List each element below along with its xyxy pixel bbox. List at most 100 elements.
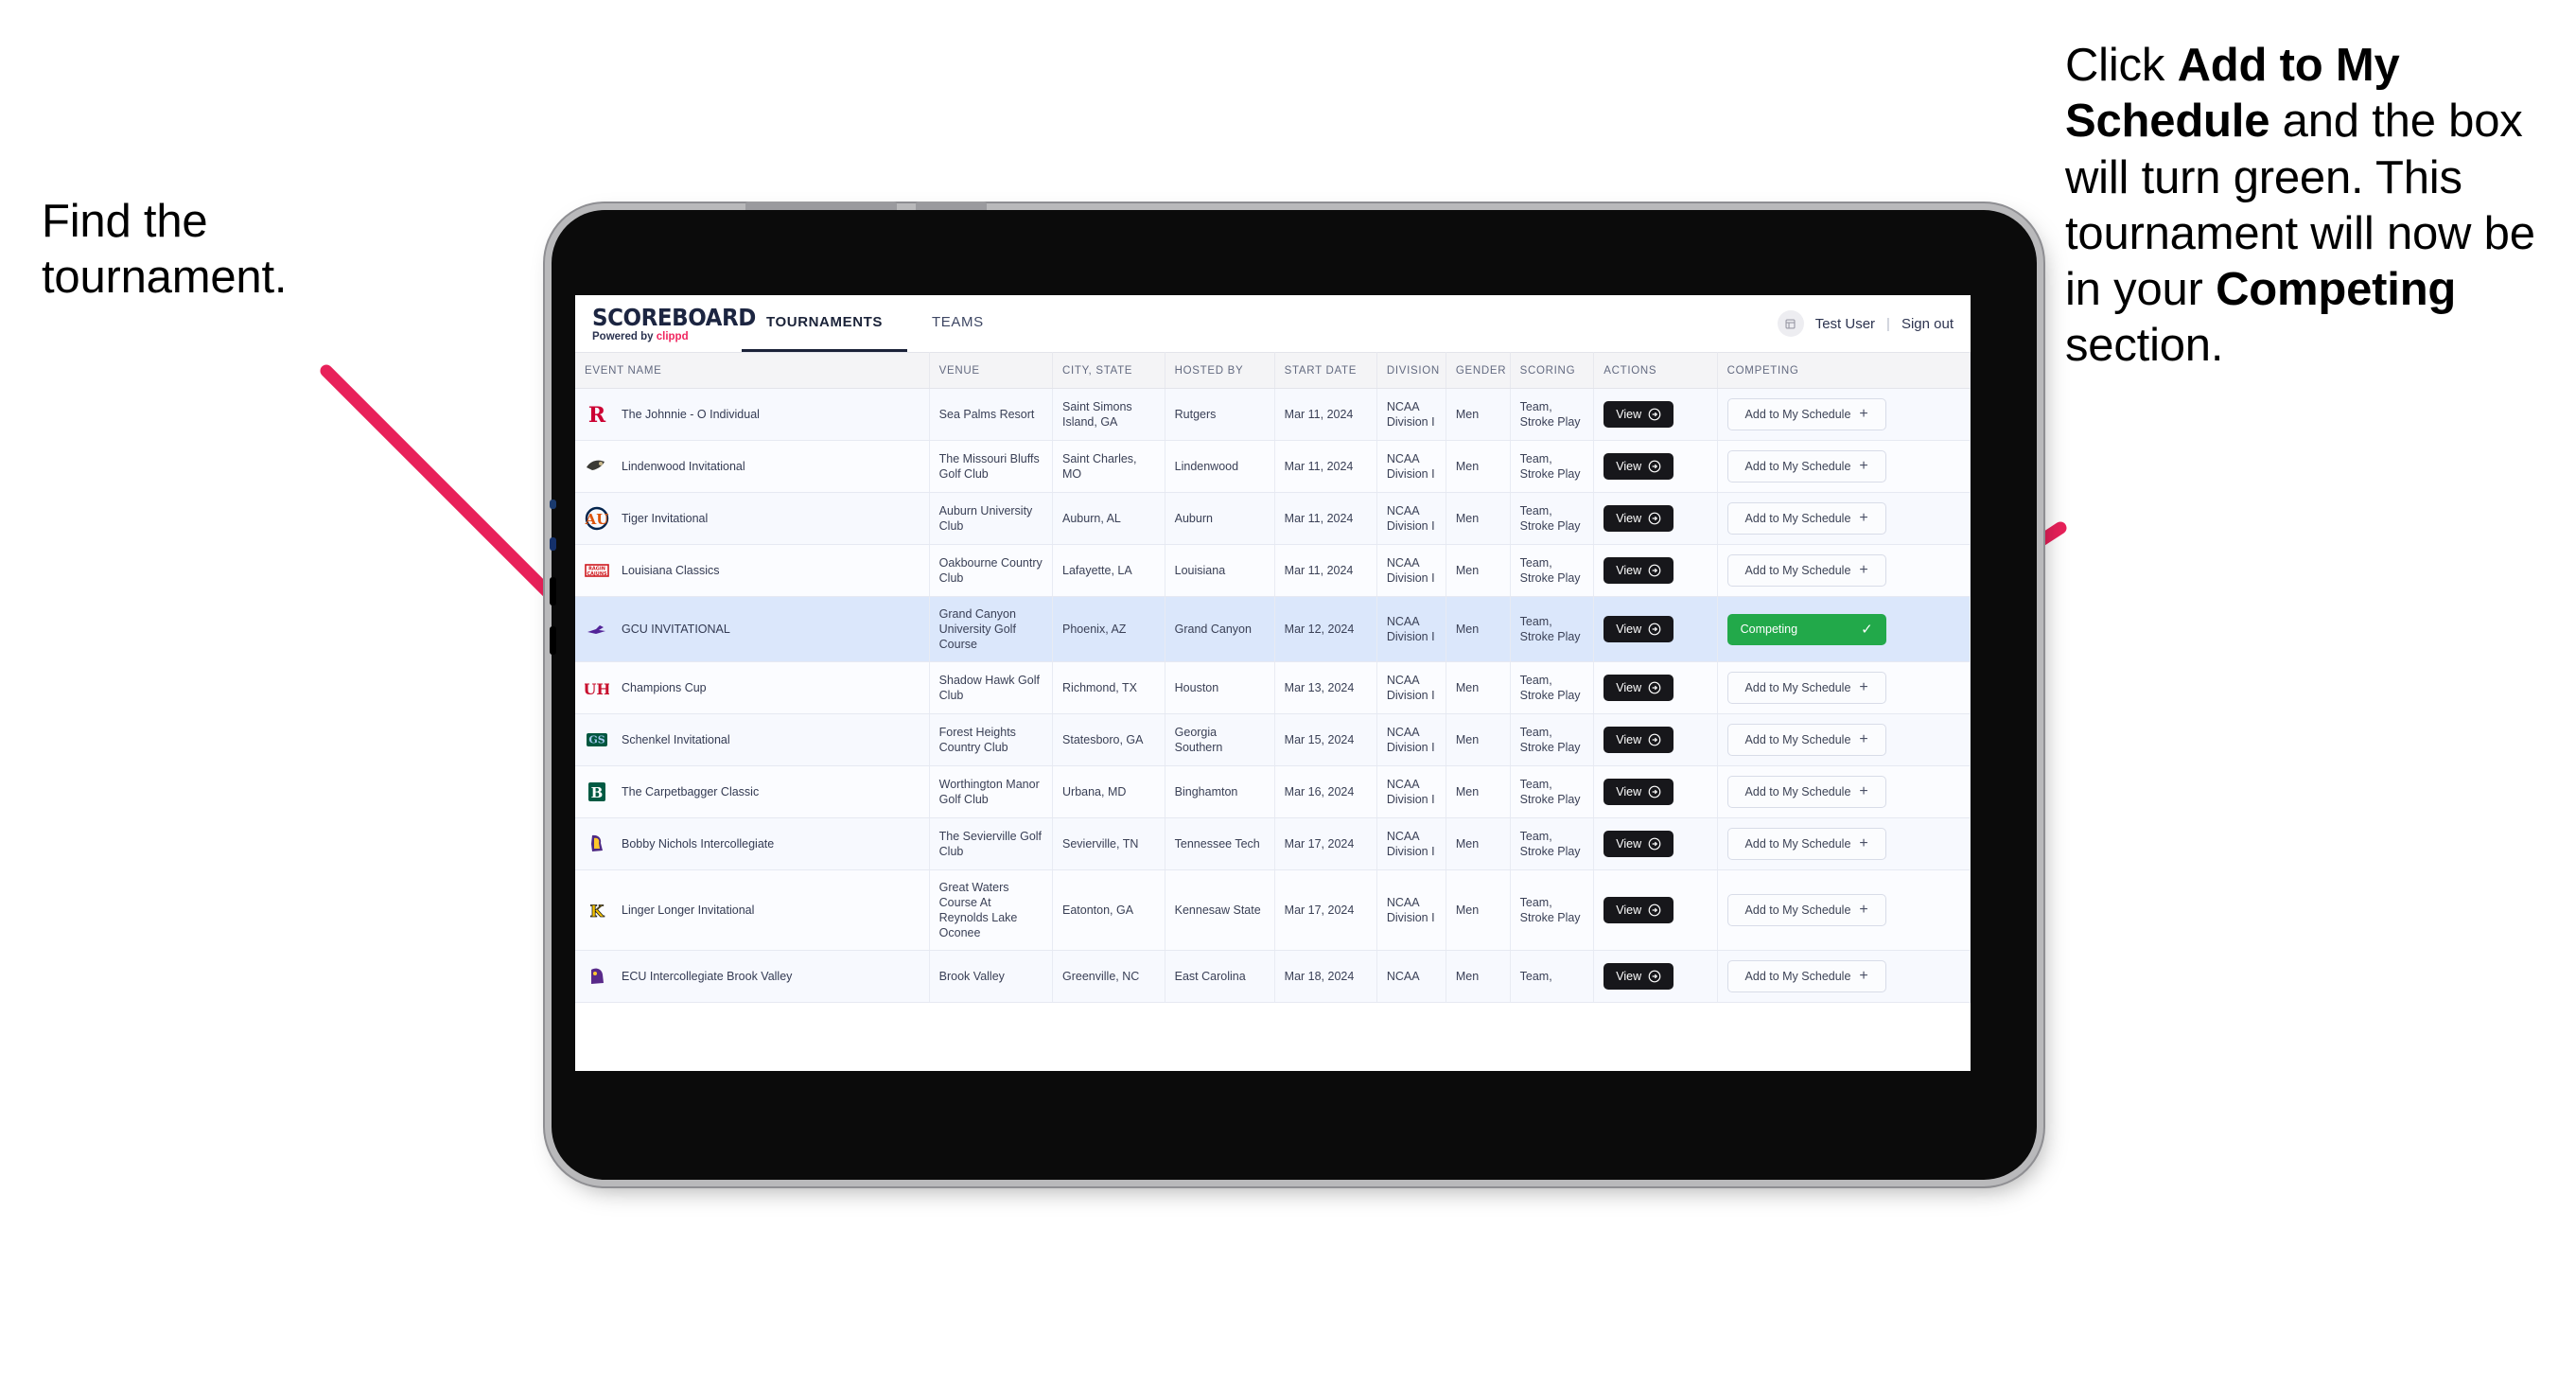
tablet-volume-button[interactable] [550,577,556,605]
tab-teams[interactable]: TEAMS [907,295,1008,352]
add-to-my-schedule-label: Add to My Schedule [1744,512,1851,525]
cell-event-name: Bobby Nichols Intercollegiate [575,817,930,870]
cell-division: NCAA Division I [1376,544,1446,597]
column-header[interactable]: VENUE [929,352,1054,389]
column-header[interactable]: ACTIONS [1593,352,1718,389]
column-header[interactable]: COMPETING [1717,352,1971,389]
table-row[interactable]: B The Carpetbagger Classic Worthington Man… [575,765,1971,818]
table-row[interactable]: K Linger Longer Invitational Great Waters … [575,869,1971,951]
view-button[interactable]: View [1603,675,1674,701]
view-button[interactable]: View [1603,779,1674,805]
add-to-my-schedule-button[interactable]: Add to My Schedule + [1726,450,1886,482]
add-to-my-schedule-button[interactable]: Add to My Schedule + [1726,502,1886,535]
user-avatar-icon[interactable] [1777,310,1804,337]
table-row[interactable]: RAGIN CAJUNS Louisiana Classics Oakbourne C… [575,544,1971,597]
event-name-label: ECU Intercollegiate Brook Valley [622,970,793,983]
add-to-my-schedule-button[interactable]: Add to My Schedule + [1726,554,1886,587]
view-button[interactable]: View [1603,963,1674,990]
svg-text:UH: UH [585,680,609,698]
app-header: SCOREBOARD Powered by clippd TOURNAMENTS… [575,295,1971,352]
cell-event-name: ECU Intercollegiate Brook Valley [575,950,930,1003]
add-to-my-schedule-button[interactable]: Add to My Schedule + [1726,398,1886,430]
table-row[interactable]: ECU Intercollegiate Brook Valley Brook Va… [575,950,1971,1003]
binghamton-logo: B [585,780,609,804]
add-to-my-schedule-button[interactable]: Add to My Schedule + [1726,960,1886,992]
gcu-logo [585,617,609,641]
tablet-top-button[interactable] [745,202,897,210]
main-nav: TOURNAMENTS TEAMS [742,295,1008,352]
cell-venue: Brook Valley [929,950,1054,1003]
cell-division: NCAA Division I [1376,713,1446,766]
add-to-my-schedule-label: Add to My Schedule [1744,408,1851,421]
event-name-label: Champions Cup [622,681,707,694]
sign-out-link[interactable]: Sign out [1901,316,1954,332]
view-button[interactable]: View [1603,831,1674,857]
column-header[interactable]: CITY, STATE [1052,352,1165,389]
cell-city-state: Greenville, NC [1052,950,1165,1003]
annotation-left-line: Find the [42,196,208,247]
event-name-label: Linger Longer Invitational [622,904,755,917]
view-button[interactable]: View [1603,453,1674,480]
tablet-top-button-secondary[interactable] [916,202,987,210]
svg-text:K: K [590,903,605,921]
tab-tournaments[interactable]: TOURNAMENTS [742,295,907,352]
table-row[interactable]: Bobby Nichols Intercollegiate The Sevierv… [575,817,1971,870]
event-name-label: The Carpetbagger Classic [622,785,760,798]
table-row[interactable]: Lindenwood Invitational The Missouri Bluf… [575,440,1971,493]
competing-button[interactable]: Competing ✓ [1726,613,1886,645]
view-button[interactable]: View [1603,401,1674,428]
column-header[interactable]: HOSTED BY [1165,352,1275,389]
column-header[interactable]: DIVISION [1376,352,1446,389]
add-to-my-schedule-label: Add to My Schedule [1744,733,1851,746]
add-to-my-schedule-button[interactable]: Add to My Schedule + [1726,828,1886,860]
add-to-my-schedule-label: Add to My Schedule [1744,460,1851,473]
arrow-circle-right-icon [1648,623,1661,636]
add-to-my-schedule-button[interactable]: Add to My Schedule + [1726,672,1886,704]
brand-subtitle: Powered by clippd [592,331,734,342]
cell-actions: View [1593,713,1718,766]
table-row[interactable]: R The Johnnie - O Individual Sea Palms Res… [575,388,1971,441]
event-name-label: Tiger Invitational [622,512,709,525]
page-root: Find the tournament. Click Add to My Sche… [0,0,2576,1386]
plus-icon: + [1859,783,1868,799]
brand-logo[interactable]: SCOREBOARD Powered by clippd [592,306,756,342]
svg-text:AU: AU [585,511,608,528]
view-button[interactable]: View [1603,557,1674,584]
tablet-volume-button[interactable] [550,626,556,655]
cell-gender: Men [1446,765,1511,818]
annotation-emphasis: Competing [2216,264,2457,316]
column-header[interactable]: SCORING [1510,352,1595,389]
cell-venue: The Sevierville Golf Club [929,817,1054,870]
cell-venue: Forest Heights Country Club [929,713,1054,766]
event-name-label: Schenkel Invitational [622,733,730,746]
table-row[interactable]: GCU INVITATIONAL Grand Canyon University … [575,596,1971,662]
table-row[interactable]: AU Tiger Invitational Auburn University Cl… [575,492,1971,545]
column-header[interactable]: START DATE [1274,352,1377,389]
view-button-label: View [1616,904,1642,917]
cell-gender: Men [1446,869,1511,951]
view-button[interactable]: View [1603,505,1674,532]
cell-event-name: RAGIN CAJUNS Louisiana Classics [575,544,930,597]
view-button-label: View [1616,512,1642,525]
column-header[interactable]: GENDER [1446,352,1511,389]
arrow-circle-right-icon [1648,785,1661,798]
cell-hosted-by: Georgia Southern [1165,713,1275,766]
table-row[interactable]: UH Champions Cup Shadow Hawk Golf Club Rich… [575,661,1971,714]
cell-start-date: Mar 13, 2024 [1274,661,1377,714]
column-header[interactable]: EVENT NAME [575,352,930,389]
cell-actions: View [1593,388,1718,441]
add-to-my-schedule-button[interactable]: Add to My Schedule + [1726,894,1886,926]
add-to-my-schedule-button[interactable]: Add to My Schedule + [1726,776,1886,808]
arrow-circle-right-icon [1648,564,1661,577]
event-name-label: GCU INVITATIONAL [622,623,730,636]
cell-event-name: K Linger Longer Invitational [575,869,930,951]
view-button[interactable]: View [1603,616,1674,642]
view-button[interactable]: View [1603,727,1674,753]
header-separator: | [1886,315,1890,332]
annotation-text: section. [2065,320,2224,372]
view-button[interactable]: View [1603,897,1674,923]
add-to-my-schedule-button[interactable]: Add to My Schedule + [1726,724,1886,756]
table-row[interactable]: GS Schenkel Invitational Forest Heights Co… [575,713,1971,766]
cell-actions: View [1593,596,1718,662]
cell-city-state: Saint Simons Island, GA [1052,388,1165,441]
